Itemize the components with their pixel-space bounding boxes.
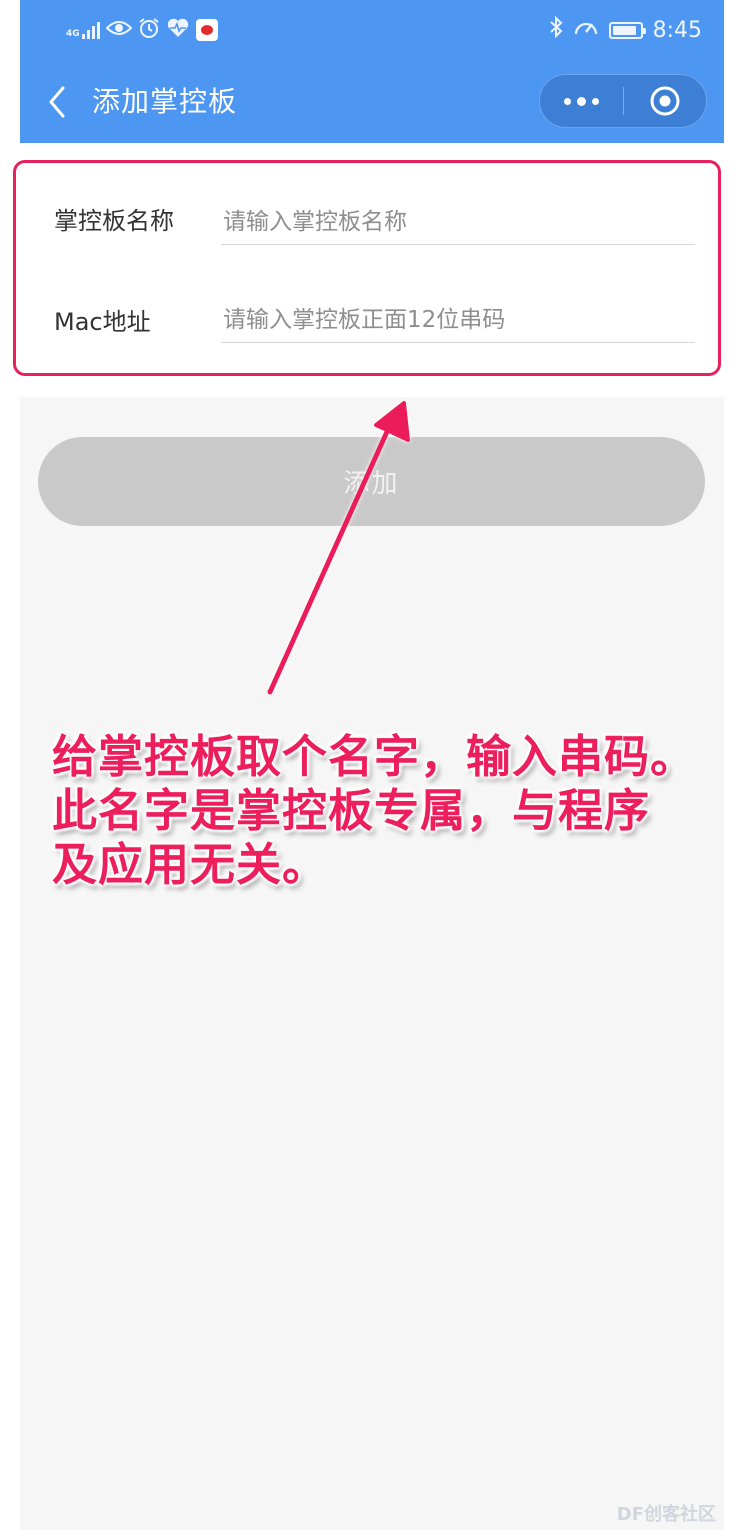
miniprogram-capsule xyxy=(539,74,707,128)
annotation-line: 此名字是掌控板专属，与程序 xyxy=(52,784,651,837)
annotation-line: 给掌控板取个名字，输入串码。 xyxy=(52,730,697,783)
battery-icon xyxy=(608,21,646,39)
heart-rate-icon xyxy=(166,18,190,42)
header-bar: 4G 8:45 添加掌控板 xyxy=(20,0,724,143)
name-label: 掌控板名称 xyxy=(54,207,174,235)
page-title: 添加掌控板 xyxy=(92,85,238,118)
annotation-text: 给掌控板取个名字，输入串码。 此名字是掌控板专属，与程序 及应用无关。 xyxy=(52,730,742,892)
battery-level-fill xyxy=(612,25,636,35)
weibo-icon xyxy=(195,19,218,41)
device-name-input[interactable] xyxy=(221,200,695,245)
status-left: 4G xyxy=(66,16,218,44)
more-dots-icon xyxy=(564,96,599,106)
add-button[interactable]: 添加 xyxy=(38,437,705,526)
speed-icon xyxy=(573,16,599,44)
chevron-left-icon xyxy=(49,86,65,118)
target-icon xyxy=(650,86,680,116)
watermark: DF创客社区 xyxy=(616,1504,716,1525)
content-area xyxy=(20,397,724,1530)
network-type: 4G xyxy=(66,29,80,39)
close-miniprogram-button[interactable] xyxy=(624,75,706,127)
back-button[interactable] xyxy=(42,82,72,122)
mac-address-input[interactable] xyxy=(221,298,695,343)
more-menu-button[interactable] xyxy=(540,75,623,127)
status-time: 8:45 xyxy=(652,17,702,43)
signal-icon: 4G xyxy=(66,21,100,39)
alarm-icon xyxy=(138,17,160,43)
bluetooth-icon xyxy=(549,15,563,44)
eye-icon xyxy=(105,19,133,41)
status-right: 8:45 xyxy=(549,15,702,44)
mac-label: Mac地址 xyxy=(54,308,151,336)
annotation-line: 及应用无关。 xyxy=(52,838,329,891)
device-form: 掌控板名称 Mac地址 xyxy=(20,143,724,383)
